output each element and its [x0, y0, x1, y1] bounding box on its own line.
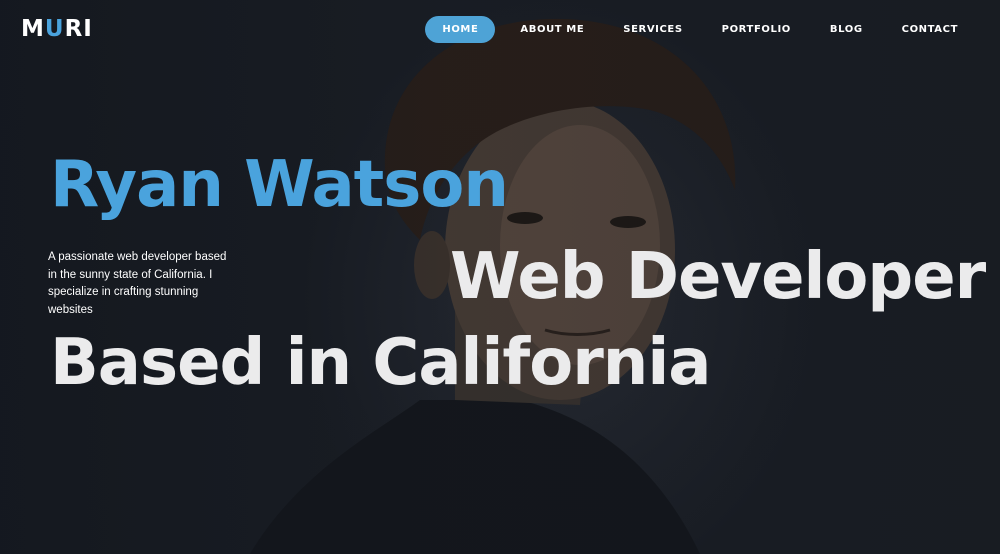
hero-role-heading: Web Developer — [450, 240, 986, 314]
nav-item-portfolio[interactable]: PORTFOLIO — [708, 16, 805, 43]
hero-intro-text: A passionate web developer based in the … — [48, 251, 227, 316]
hero-location-heading: Based in California — [50, 326, 711, 400]
nav-item-blog[interactable]: BLOG — [816, 16, 877, 43]
main-nav: HOME ABOUT ME SERVICES PORTFOLIO BLOG CO… — [414, 16, 972, 43]
brand-logo[interactable]: MURI — [21, 16, 93, 42]
nav-item-contact[interactable]: CONTACT — [888, 16, 972, 43]
logo-text-accent: U — [44, 16, 65, 42]
logo-text-suffix: RI — [64, 16, 93, 42]
nav-item-home[interactable]: HOME — [425, 16, 496, 43]
nav-item-about-me[interactable]: ABOUT ME — [506, 16, 598, 43]
hero-name-heading: Ryan Watson — [50, 148, 509, 222]
nav-item-services[interactable]: SERVICES — [609, 16, 696, 43]
logo-text-prefix: M — [21, 16, 45, 42]
